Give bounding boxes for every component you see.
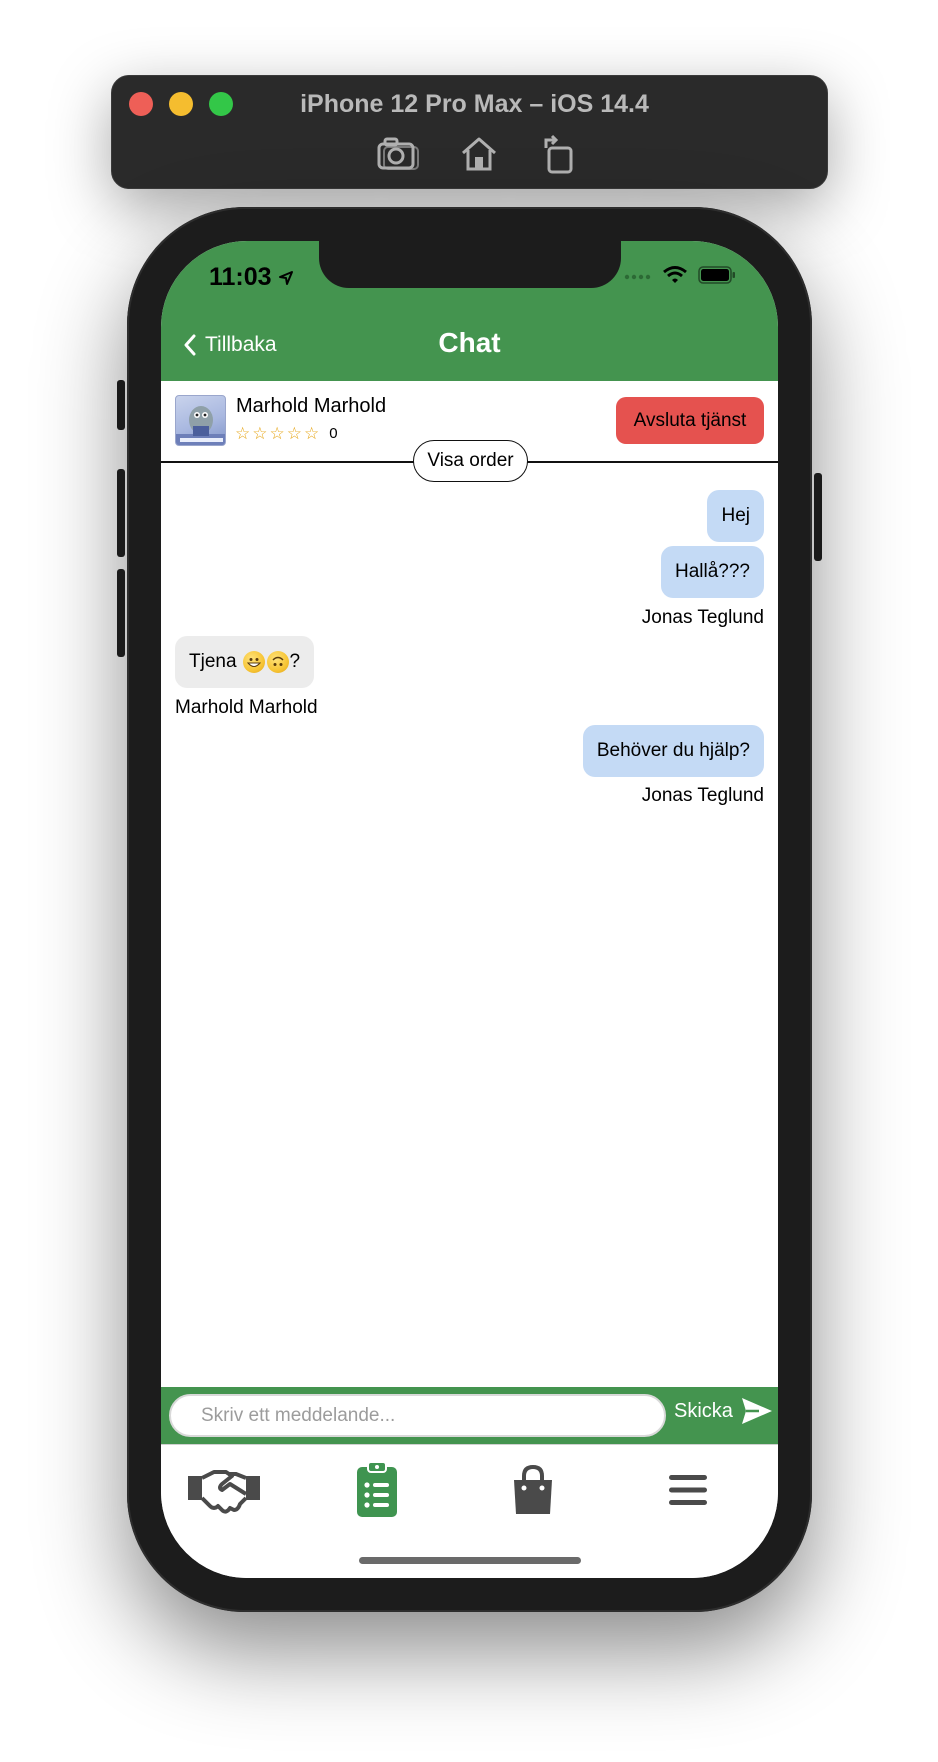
battery-icon: [698, 266, 735, 284]
message-bubble-outgoing: Hallå???: [661, 546, 764, 598]
location-icon: [278, 270, 293, 285]
message-text: Behöver du hjälp?: [582, 725, 764, 777]
star-icon: ☆: [269, 424, 285, 443]
silent-switch: [117, 380, 125, 430]
chat-partner-name: Marhold Marhold: [236, 395, 387, 417]
status-time-label: 11:03: [209, 263, 272, 291]
volume-down-button: [117, 569, 125, 657]
home-indicator[interactable]: [359, 1557, 581, 1564]
star-icon: ☆: [252, 424, 268, 443]
message-text: Tjena: [189, 651, 237, 672]
simulator-toolbar: [112, 134, 827, 174]
message-composer: Skriv ett meddelande... Skicka: [161, 1387, 778, 1444]
home-icon[interactable]: [457, 134, 501, 174]
simulator-title: iPhone 12 Pro Max – iOS 14.4: [300, 90, 649, 118]
screenshot-icon[interactable]: [377, 134, 421, 174]
star-rating: ☆ ☆ ☆ ☆ ☆ 0: [235, 425, 338, 442]
shopping-bag-icon: [514, 1464, 552, 1514]
message-bubble-incoming: Tjena ?: [175, 636, 315, 688]
message-text: Hej: [707, 490, 764, 542]
handshake-icon: [188, 1470, 260, 1514]
rating-count: 0: [329, 425, 338, 442]
message-content: Tjena ?: [175, 636, 315, 688]
iphone-frame: 11:03 Tillbaka Chat Marhold Marhold ☆ ☆ …: [117, 207, 822, 1612]
avatar[interactable]: [175, 395, 226, 446]
wifi-icon: [663, 266, 687, 283]
page-title: Chat: [438, 327, 501, 358]
message-bubble-outgoing: Behöver du hjälp?: [582, 725, 764, 777]
end-service-button[interactable]: Avsluta tjänst: [616, 397, 764, 444]
star-icon: ☆: [304, 424, 320, 443]
star-icon: ☆: [286, 424, 302, 443]
volume-up-button: [117, 469, 125, 557]
message-sender: Jonas Teglund: [641, 785, 764, 806]
menu-icon: [669, 1475, 707, 1505]
star-icon: ☆: [235, 424, 251, 443]
message-input[interactable]: Skriv ett meddelande...: [169, 1394, 666, 1437]
view-order-button[interactable]: Visa order: [413, 440, 528, 482]
upside-down-emoji: [266, 651, 289, 673]
tab-shop[interactable]: [488, 1455, 578, 1525]
power-button: [814, 473, 822, 561]
stage: iPhone 12 Pro Max – iOS 14.4 11:03 Tillb…: [0, 0, 938, 1762]
simulator-window-bar: iPhone 12 Pro Max – iOS 14.4: [111, 75, 828, 189]
status-time: 11:03: [209, 263, 294, 292]
rotate-icon[interactable]: [537, 134, 581, 174]
message-text: Hallå???: [661, 546, 764, 598]
message-list[interactable]: Hej Hallå??? Jonas Teglund Tjena ? Marho…: [161, 483, 778, 1288]
grinning-emoji: [242, 651, 265, 673]
message-sender: Marhold Marhold: [175, 697, 318, 718]
status-indicators: [624, 265, 736, 285]
notch: [319, 241, 621, 288]
phone-screen: 11:03 Tillbaka Chat Marhold Marhold ☆ ☆ …: [161, 241, 778, 1578]
message-sender: Jonas Teglund: [641, 607, 764, 628]
tab-orders[interactable]: [332, 1455, 422, 1525]
tab-menu[interactable]: [643, 1455, 733, 1525]
send-button-label: Skicka: [674, 1399, 733, 1422]
message-suffix: ?: [289, 651, 301, 672]
cellular-signal-icon: [624, 274, 651, 280]
send-button[interactable]: Skicka: [674, 1397, 773, 1425]
tab-bar: [161, 1444, 778, 1578]
tab-handshake[interactable]: [179, 1455, 269, 1525]
clipboard-list-icon: [357, 1461, 397, 1517]
send-icon: [741, 1398, 772, 1424]
message-bubble-outgoing: Hej: [707, 490, 764, 542]
